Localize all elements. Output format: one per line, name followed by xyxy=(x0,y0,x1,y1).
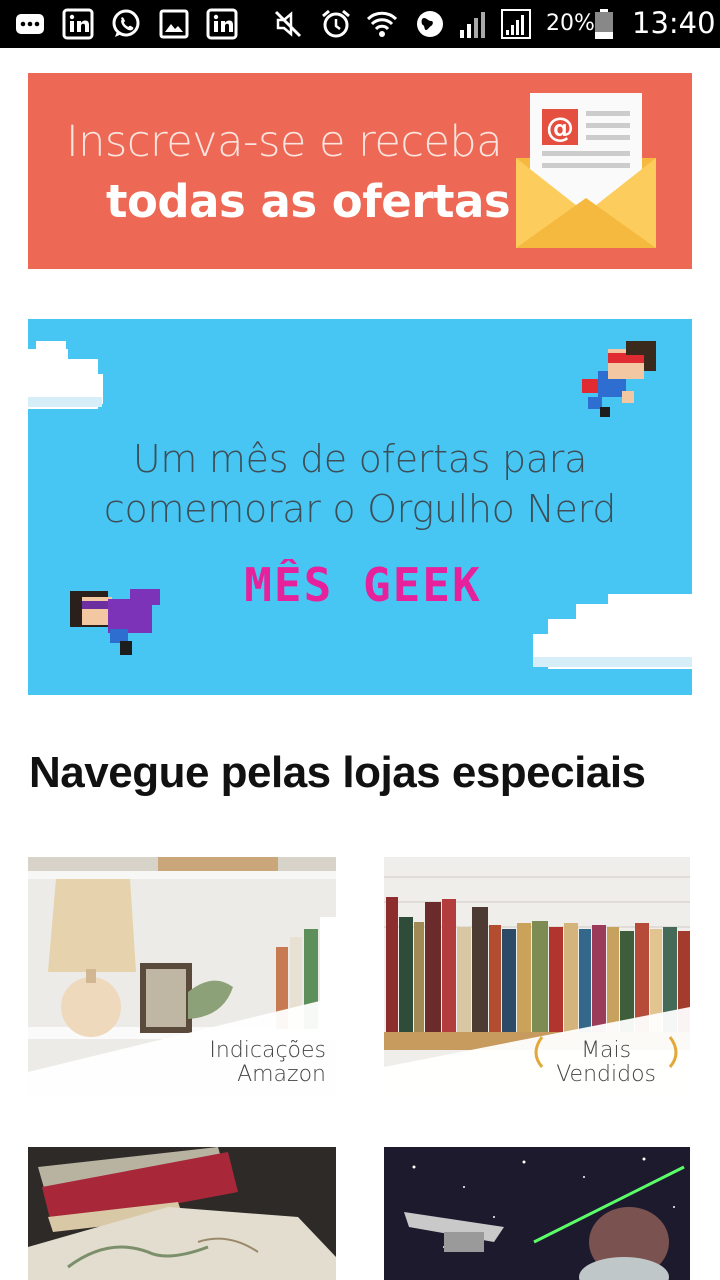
svg-text:MÊS GEEK: MÊS GEEK xyxy=(244,559,482,609)
store-card-label: Indicações Amazon xyxy=(209,1038,326,1087)
whatsapp-icon xyxy=(110,8,142,40)
subscribe-banner[interactable]: Inscreva-se e receba todas as ofertas @ xyxy=(28,73,692,269)
battery-percent: 20% xyxy=(546,11,595,36)
subscribe-banner-line2: todas as ofertas xyxy=(106,175,511,228)
messaging-icon xyxy=(14,8,46,40)
linkedin-icon xyxy=(62,8,94,40)
store-card-recommendations[interactable]: Indicações Amazon xyxy=(28,857,336,1097)
flying-hero-pixel-icon xyxy=(582,341,656,417)
flying-heroine-pixel-icon xyxy=(70,589,160,655)
mute-icon xyxy=(272,8,304,40)
linkedin-icon xyxy=(206,8,238,40)
subscribe-banner-line1: Inscreva-se e receba xyxy=(66,117,503,167)
signal-icon xyxy=(458,8,490,40)
books-atlas-image xyxy=(28,1147,336,1280)
svg-text:@: @ xyxy=(546,111,574,144)
email-envelope-icon: @ xyxy=(516,93,656,248)
geek-month-banner[interactable]: Um mês de ofertas para comemorar o Orgul… xyxy=(28,319,692,695)
signal-icon xyxy=(500,8,532,40)
clock: 13:40 xyxy=(632,6,716,40)
gallery-icon xyxy=(158,8,190,40)
store-card-label: Mais Vendidos xyxy=(556,1038,656,1087)
space-scene-image xyxy=(384,1147,690,1280)
geek-banner-line2: comemorar o Orgulho Nerd xyxy=(103,487,617,531)
store-card-best-sellers[interactable]: Mais Vendidos xyxy=(384,857,690,1097)
vpn-icon xyxy=(414,8,446,40)
section-title: Navegue pelas lojas especiais xyxy=(29,748,646,797)
store-card-books-map[interactable] xyxy=(28,1147,336,1280)
geek-month-title: MÊS GEEK xyxy=(244,559,482,609)
battery-icon xyxy=(592,8,616,40)
store-card-space[interactable] xyxy=(384,1147,690,1280)
alarm-icon xyxy=(320,8,352,40)
geek-banner-line1: Um mês de ofertas para xyxy=(132,437,588,481)
status-bar: 20% 13:40 xyxy=(0,0,720,48)
wifi-icon xyxy=(366,8,398,40)
